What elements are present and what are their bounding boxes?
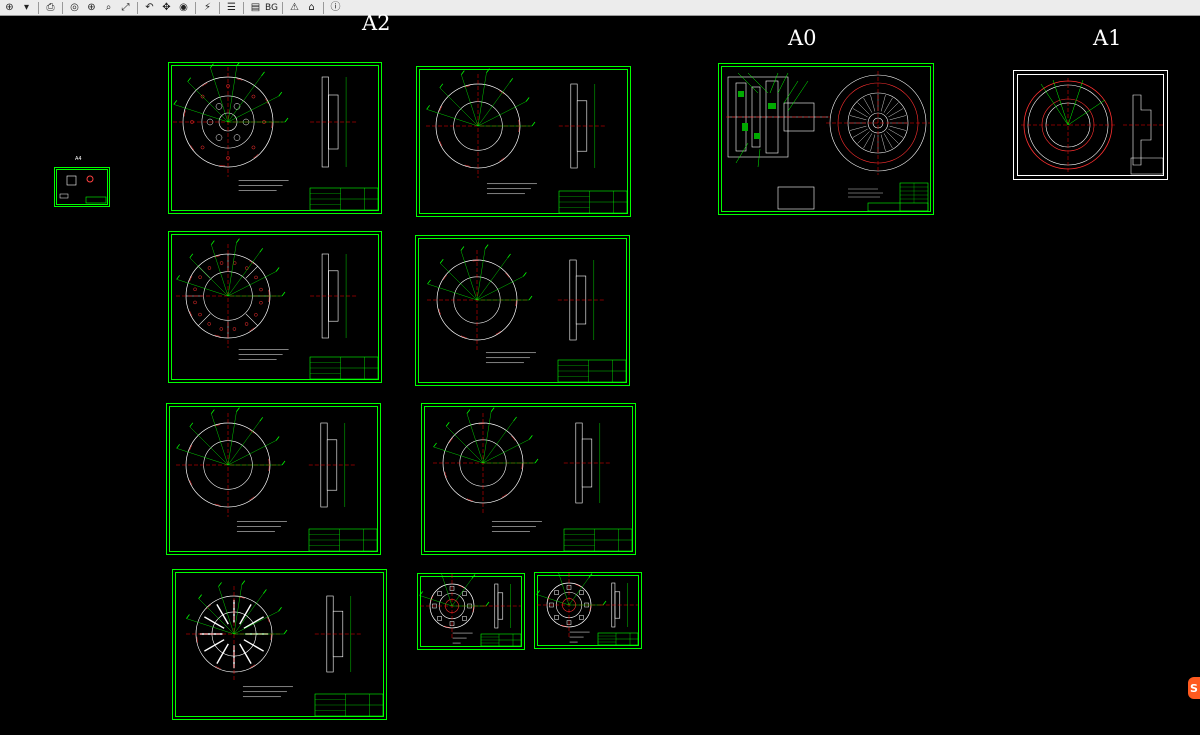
toolbar-separator xyxy=(195,1,196,14)
open-icon[interactable]: ⊕ xyxy=(2,1,17,15)
print-icon[interactable]: ⎙ xyxy=(43,1,58,15)
zoom-previous-icon[interactable]: ↶ xyxy=(142,1,157,15)
drawing-sheet-a1-pressure-plate[interactable] xyxy=(1013,70,1168,180)
spoke-line xyxy=(870,94,876,112)
drawing-sheet-a2[interactable] xyxy=(415,235,630,386)
sheet-a2-graphic xyxy=(417,573,525,650)
drawing-sheet-a2[interactable] xyxy=(417,573,525,650)
toolbar-separator xyxy=(243,1,244,14)
toolbar-separator xyxy=(219,1,220,14)
toolbar-separator xyxy=(62,1,63,14)
sheet-a2-graphic xyxy=(421,403,636,555)
spoke-line xyxy=(852,108,868,118)
spoke-line xyxy=(889,125,907,131)
drawing-sheet-a0-assembly[interactable] xyxy=(718,63,934,215)
spoke-line xyxy=(870,134,876,152)
bg-button[interactable]: BG xyxy=(265,3,278,13)
sheet-a2-graphic xyxy=(416,66,631,217)
dropdown-icon[interactable]: ▾ xyxy=(19,1,34,15)
drawing-sheet-a2[interactable] xyxy=(534,572,642,649)
spoke-line xyxy=(880,94,886,112)
spoke-line xyxy=(863,133,873,149)
drawing-sheet-a4[interactable]: A4 xyxy=(54,156,110,207)
toolbar-separator xyxy=(323,1,324,14)
sheet-size-label-a4: A4 xyxy=(75,156,82,162)
drawing-sheet-a2[interactable] xyxy=(168,231,382,383)
sheet-a0-graphic xyxy=(718,63,934,215)
sheet-size-label-a0: A0 xyxy=(788,26,817,50)
layers-icon[interactable]: ☰ xyxy=(224,1,239,15)
regen-icon[interactable]: ⚡ xyxy=(200,1,215,15)
sheet-size-label-a2: A2 xyxy=(362,11,391,35)
spoke-line xyxy=(888,128,904,138)
zoom-extents-icon[interactable]: ⤢ xyxy=(118,1,133,15)
toolbar-separator xyxy=(38,1,39,14)
pan-icon[interactable]: ✥ xyxy=(159,1,174,15)
sheet-a2-graphic xyxy=(534,572,642,649)
drawing-sheet-a2[interactable] xyxy=(421,403,636,555)
view-icon[interactable]: ◉ xyxy=(176,1,191,15)
warning-icon[interactable]: ⚠ xyxy=(287,1,302,15)
sheet-a4-graphic xyxy=(54,167,110,207)
toolbar-separator xyxy=(137,1,138,14)
spoke-line xyxy=(883,97,893,113)
zoom-in-icon[interactable]: ⊕ xyxy=(84,1,99,15)
spoke-line xyxy=(889,115,907,121)
layout-icon[interactable]: ▤ xyxy=(248,1,263,15)
spoke-line xyxy=(886,131,899,144)
spoke-line xyxy=(857,131,870,144)
zoom-realtime-icon[interactable]: ◎ xyxy=(67,1,82,15)
sheet-a1-graphic xyxy=(1013,70,1168,180)
zoom-window-icon[interactable]: ⌕ xyxy=(101,1,116,15)
toolbar-separator xyxy=(282,1,283,14)
home-icon[interactable]: ⌂ xyxy=(304,1,319,15)
sheet-a2-graphic xyxy=(168,62,382,214)
spoke-line xyxy=(863,97,873,113)
drawing-sheet-a2[interactable] xyxy=(166,403,381,555)
spoke-line xyxy=(852,128,868,138)
spoke-line xyxy=(849,125,867,131)
spoke-line xyxy=(857,102,870,115)
spoke-line xyxy=(883,133,893,149)
sheet-a2-graphic xyxy=(168,231,382,383)
info-icon[interactable]: ⓘ xyxy=(328,1,343,15)
sheet-a2-graphic xyxy=(415,235,630,386)
spoke-line xyxy=(888,108,904,118)
floating-ime-badge[interactable]: S xyxy=(1188,677,1200,699)
sheet-a2-graphic xyxy=(166,403,381,555)
spoke-line xyxy=(880,134,886,152)
drawing-canvas[interactable]: A2 A0 A1 A4 S xyxy=(0,11,1200,735)
spoke-line xyxy=(886,102,899,115)
sheet-a2-graphic xyxy=(172,569,387,720)
drawing-sheet-a2[interactable] xyxy=(172,569,387,720)
drawing-sheet-a2[interactable] xyxy=(416,66,631,217)
spoke-line xyxy=(849,115,867,121)
drawing-sheet-a2[interactable] xyxy=(168,62,382,214)
toolbar: ⊕ ▾ ⎙ ◎ ⊕ ⌕ ⤢ ↶ ✥ ◉ ⚡ ☰ ▤ BG ⚠ ⌂ ⓘ xyxy=(0,0,1200,16)
sheet-size-label-a1: A1 xyxy=(1093,26,1122,50)
